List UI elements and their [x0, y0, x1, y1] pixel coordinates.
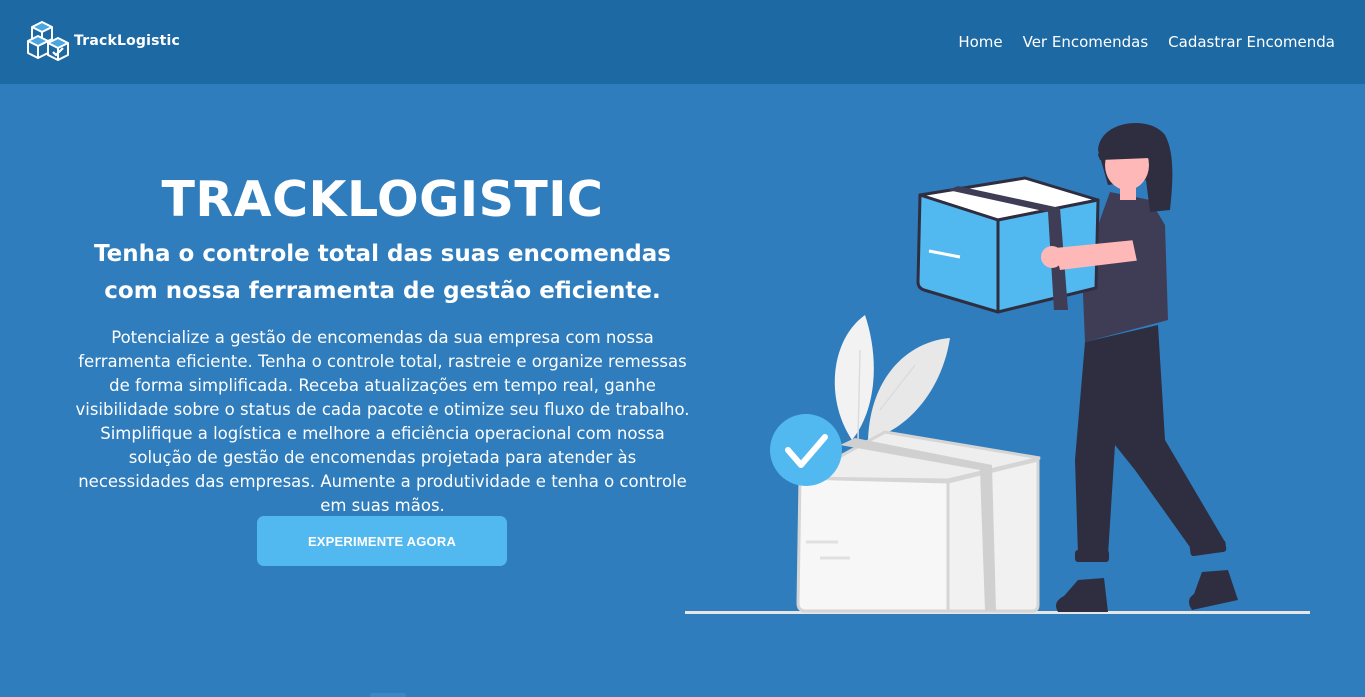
hero-description: Potencialize a gestão de encomendas da s… — [75, 328, 690, 515]
navbar: TrackLogistic Home Ver Encomendas Cadast… — [0, 0, 1365, 84]
hero-section: TRACKLOGISTIC Tenha o controle total das… — [70, 168, 695, 518]
scroll-indicator — [370, 693, 406, 697]
nav-link-ver-encomendas[interactable]: Ver Encomendas — [1023, 33, 1149, 51]
hero-subtitle: Tenha o controle total das suas encomend… — [94, 241, 671, 304]
brand-name: TrackLogistic — [74, 33, 181, 49]
check-circle-icon — [770, 414, 842, 486]
boxes-logo-icon — [27, 21, 69, 61]
blue-box-icon — [916, 176, 1100, 314]
woman-carrying-box-illustration — [685, 123, 1310, 614]
nav-link-cadastrar-encomenda[interactable]: Cadastrar Encomenda — [1168, 33, 1335, 51]
nav-link-home[interactable]: Home — [958, 33, 1002, 51]
brand-logo-link[interactable]: TrackLogistic — [26, 18, 180, 64]
experimente-agora-button[interactable]: EXPERIMENTE AGORA — [257, 516, 507, 566]
plant-icon — [834, 315, 950, 441]
hero-title: TRACKLOGISTIC — [161, 171, 604, 228]
main-nav: Home Ver Encomendas Cadastrar Encomenda — [958, 0, 1335, 84]
